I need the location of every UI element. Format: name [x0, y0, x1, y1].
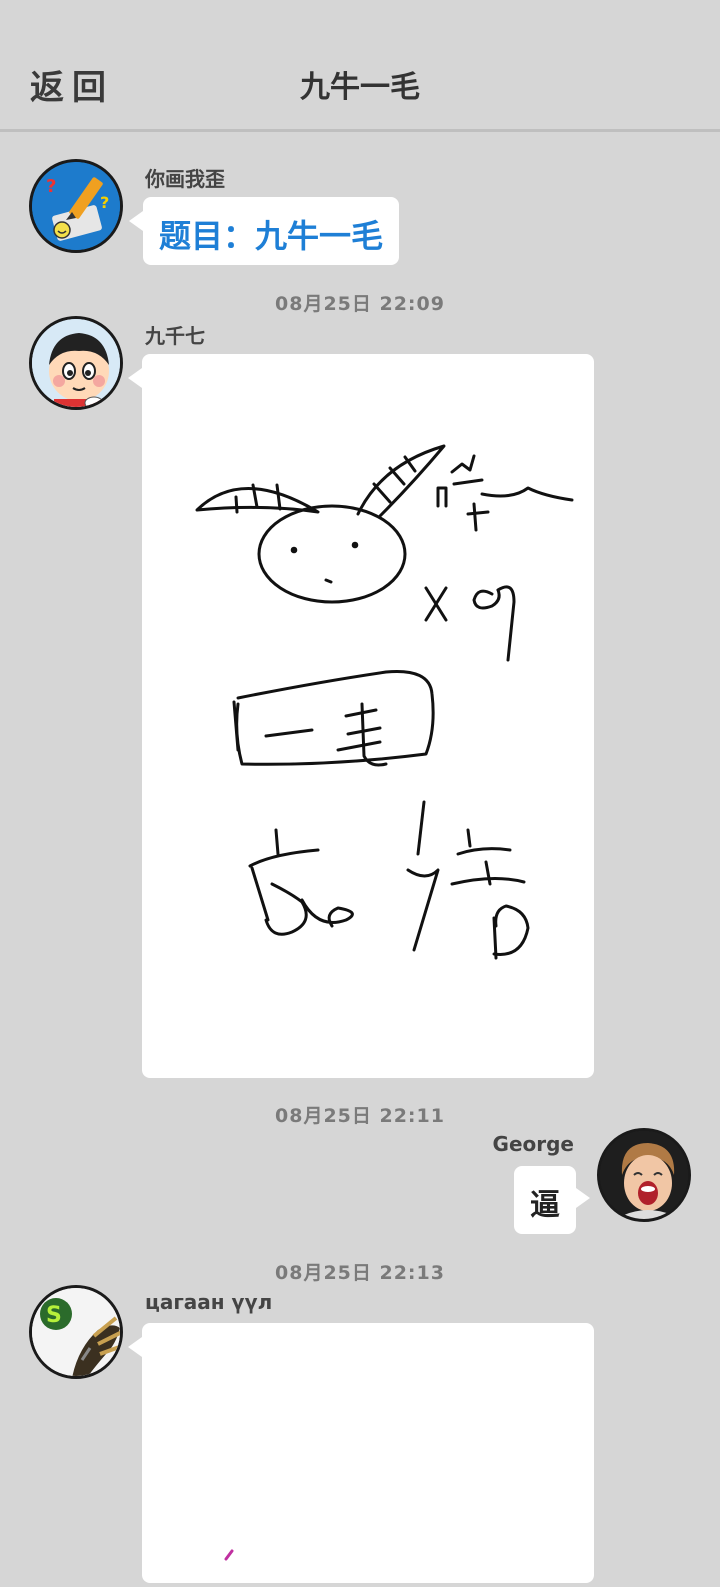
timestamp: 08月25日 22:09 — [275, 293, 445, 315]
hand-drawing — [224, 1549, 234, 1561]
message-text: 逼 — [530, 1188, 560, 1223]
svg-text:S: S — [46, 1303, 62, 1328]
sender-name: 你画我歪 — [145, 167, 225, 191]
drawing-bubble[interactable] — [128, 354, 594, 1078]
top-bar: 返回 九牛一毛 — [0, 0, 720, 132]
avatar-user-jiuqianqi[interactable] — [29, 316, 123, 410]
svg-text:?: ? — [100, 193, 109, 212]
topic-bubble: 题目：九牛一毛 — [128, 197, 400, 265]
cartoon-boy-avatar — [32, 319, 120, 407]
avatar-user-george[interactable] — [597, 1128, 691, 1222]
screaming-child-avatar — [600, 1131, 688, 1219]
hand-drawing — [195, 444, 574, 960]
pencil-drawing-game-icon: ? ? — [32, 162, 120, 250]
topic-text: 题目：九牛一毛 — [159, 217, 384, 255]
sender-name: цагаан үүл — [145, 1290, 273, 1314]
page-title: 九牛一毛 — [300, 70, 420, 105]
avatar-game-bot[interactable]: ? ? — [29, 159, 123, 253]
avatar-user-tsagaan-uul[interactable]: S — [29, 1285, 123, 1379]
timestamp: 08月25日 22:11 — [275, 1105, 445, 1127]
drawing-bubble[interactable] — [128, 1323, 594, 1583]
sender-name: 九千七 — [145, 324, 205, 348]
timestamp: 08月25日 22:13 — [275, 1262, 445, 1284]
svg-text:?: ? — [46, 176, 56, 197]
sender-name: George — [492, 1132, 574, 1156]
monster-claw-avatar: S — [32, 1288, 120, 1376]
message-bubble: 逼 — [514, 1166, 590, 1234]
